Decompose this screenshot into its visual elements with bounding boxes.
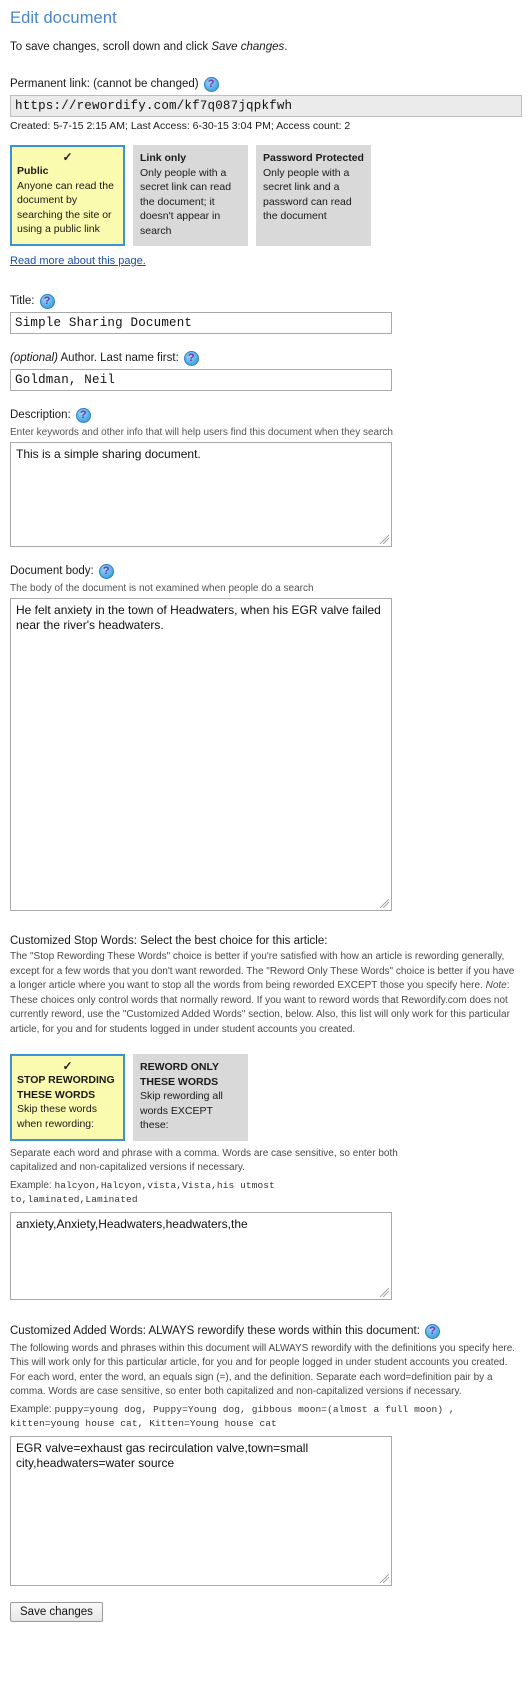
read-more-link[interactable]: Read more about this page. xyxy=(10,255,146,267)
stop-words-textarea-wrap: anxiety,Anxiety,Headwaters,headwaters,th… xyxy=(10,1211,392,1300)
permalink-label-row: Permanent link: (cannot be changed) xyxy=(10,76,522,92)
stop-words-heading: Customized Stop Words: Select the best c… xyxy=(10,935,328,947)
sharing-option-desc: Only people with a secret link and a pas… xyxy=(263,166,352,223)
author-label-optional: (optional) xyxy=(10,352,58,364)
sharing-option-password-protected[interactable]: Password Protected Only people with a se… xyxy=(256,145,371,246)
check-icon: ✓ xyxy=(62,150,73,164)
sharing-option-link-only[interactable]: Link only Only people with a secret link… xyxy=(133,145,248,246)
intro-before: To save changes, scroll down and click xyxy=(10,41,212,53)
author-label-row: (optional) Author. Last name first: xyxy=(10,350,522,366)
stop-words-option-desc: Skip these words when rewording: xyxy=(17,1103,97,1130)
question-help-icon[interactable] xyxy=(203,76,219,92)
body-label-row: Document body: xyxy=(10,563,522,579)
description-hint: Enter keywords and other info that will … xyxy=(10,427,393,438)
description-textarea-wrap: This is a simple sharing document. xyxy=(10,442,392,547)
description-textarea[interactable]: This is a simple sharing document. xyxy=(10,442,392,547)
body-textarea[interactable]: He felt anxiety in the town of Headwater… xyxy=(10,598,392,911)
question-help-icon[interactable] xyxy=(183,350,199,366)
question-help-icon[interactable] xyxy=(98,563,114,579)
page-title: Edit document xyxy=(10,9,117,27)
stop-words-paragraph: The "Stop Rewording These Words" choice … xyxy=(10,950,522,1037)
question-help-icon[interactable] xyxy=(424,1323,440,1339)
stop-words-options: ✓ STOP REWORDING THESE WORDS Skip these … xyxy=(10,1054,522,1141)
body-textarea-wrap: He felt anxiety in the town of Headwater… xyxy=(10,598,392,911)
permalink-meta: Created: 5-7-15 2:15 AM; Last Access: 6-… xyxy=(10,120,351,132)
sharing-option-public[interactable]: ✓ Public Anyone can read the document by… xyxy=(10,145,125,246)
description-label-row: Description: xyxy=(10,407,522,423)
sharing-option-desc: Only people with a secret link can read … xyxy=(140,166,232,237)
title-label-row: Title: xyxy=(10,293,522,309)
added-words-textarea[interactable]: EGR valve=exhaust gas recirculation valv… xyxy=(10,1435,392,1586)
body-label: Document body: xyxy=(10,565,94,577)
added-words-paragraph: The following words and phrases within t… xyxy=(10,1342,516,1398)
permalink-value: https://rewordify.com/kf7q087jqpkfwh xyxy=(10,95,522,117)
stop-words-option-desc: Skip rewording all words EXCEPT these: xyxy=(140,1090,223,1131)
added-words-textarea-wrap: EGR valve=exhaust gas recirculation valv… xyxy=(10,1435,392,1586)
title-label: Title: xyxy=(10,295,35,307)
author-label: (optional) Author. Last name first: xyxy=(10,350,179,366)
body-hint: The body of the document is not examined… xyxy=(10,583,314,594)
sharing-options: ✓ Public Anyone can read the document by… xyxy=(10,145,522,246)
edit-document-page: Edit document To save changes, scroll do… xyxy=(0,0,532,1636)
author-label-rest: Author. Last name first: xyxy=(57,352,179,364)
permalink-label: Permanent link: (cannot be changed) xyxy=(10,78,199,90)
stop-words-paragraph-1: The "Stop Rewording These Words" choice … xyxy=(10,951,515,991)
sharing-option-title: Link only xyxy=(140,152,187,164)
stop-words-example: Example: halcyon,Halcyon,vista,Vista,his… xyxy=(10,1179,400,1208)
intro-emphasis: Save changes xyxy=(211,41,285,53)
sharing-option-title: Public xyxy=(17,165,49,177)
added-words-example: Example: puppy=young dog, Puppy=Young do… xyxy=(10,1403,522,1432)
stop-words-note-emphasis: Note xyxy=(485,980,507,991)
added-words-heading-row: Customized Added Words: ALWAYS rewordify… xyxy=(10,1323,522,1339)
intro-text: To save changes, scroll down and click S… xyxy=(10,41,522,53)
question-help-icon[interactable] xyxy=(39,293,55,309)
intro-after: . xyxy=(284,41,288,53)
stop-words-option-title: STOP REWORDING THESE WORDS xyxy=(17,1074,115,1101)
author-input[interactable] xyxy=(10,369,392,391)
sharing-option-desc: Anyone can read the document by searchin… xyxy=(17,179,114,236)
stop-words-instructions: Separate each word and phrase with a com… xyxy=(10,1147,398,1174)
stop-words-textarea[interactable]: anxiety,Anxiety,Headwaters,headwaters,th… xyxy=(10,1211,392,1300)
sharing-option-title: Password Protected xyxy=(263,152,364,164)
question-help-icon[interactable] xyxy=(75,407,91,423)
added-words-example-value: puppy=young dog, Puppy=Young dog, gibbou… xyxy=(10,1403,455,1430)
title-input[interactable] xyxy=(10,312,392,334)
stop-words-example-label: Example: xyxy=(10,1179,55,1191)
added-words-heading: Customized Added Words: ALWAYS rewordify… xyxy=(10,1325,420,1337)
check-icon: ✓ xyxy=(62,1059,73,1073)
description-label: Description: xyxy=(10,409,71,421)
stop-words-option-stop-rewording[interactable]: ✓ STOP REWORDING THESE WORDS Skip these … xyxy=(10,1054,125,1141)
save-changes-button[interactable]: Save changes xyxy=(10,1601,103,1622)
stop-words-option-title: REWORD ONLY THESE WORDS xyxy=(140,1061,219,1088)
stop-words-option-reword-only[interactable]: REWORD ONLY THESE WORDS Skip rewording a… xyxy=(133,1054,248,1141)
added-words-example-label: Example: xyxy=(10,1403,55,1415)
